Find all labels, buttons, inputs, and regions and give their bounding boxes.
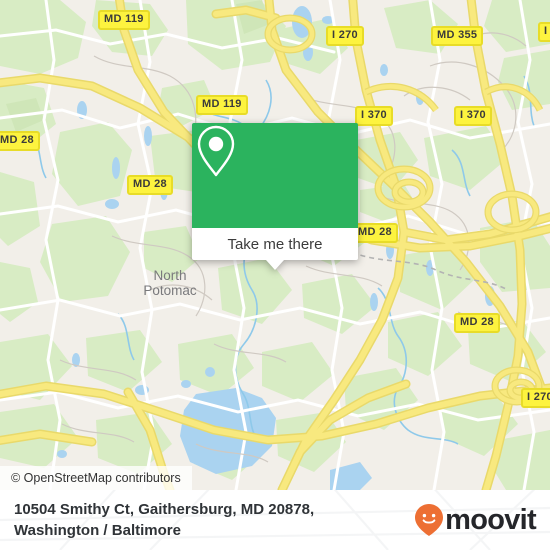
take-me-there-label: Take me there [227, 235, 323, 253]
shield-md-119-north[interactable]: MD 119 [98, 10, 150, 30]
shield-md-119-mid[interactable]: MD 119 [196, 95, 248, 115]
location-popup-card[interactable]: Take me there [192, 123, 358, 270]
shield-md-28-center[interactable]: MD 28 [127, 175, 173, 195]
shield-i-370-west[interactable]: I 370 [355, 106, 393, 126]
map-canvas[interactable]: MD 119 I 270 MD 355 MD 119 I 370 I 370 I… [0, 0, 550, 490]
place-label-north-potomac: North Potomac [128, 268, 212, 298]
footer-bar: 10504 Smithy Ct, Gaithersburg, MD 20878,… [0, 490, 550, 550]
take-me-there-button[interactable]: Take me there [192, 228, 358, 260]
shield-md-28-near-card[interactable]: MD 28 [352, 223, 398, 243]
place-label-line2: Potomac [143, 283, 197, 298]
moovit-logo[interactable]: moovit [414, 503, 537, 536]
address-line-1: 10504 Smithy Ct, Gaithersburg, MD 20878, [14, 501, 315, 518]
place-label-line1: North [153, 268, 187, 283]
shield-md-28-east[interactable]: MD 28 [454, 313, 500, 333]
shield-md-28-west[interactable]: MD 28 [0, 131, 40, 151]
moovit-wordmark: moovit [445, 503, 537, 536]
address-text: 10504 Smithy Ct, Gaithersburg, MD 20878,… [14, 499, 394, 541]
popup-card-pointer [266, 260, 284, 270]
popup-card-header [192, 123, 358, 228]
map-screenshot: MD 119 I 270 MD 355 MD 119 I 370 I 370 I… [0, 0, 550, 550]
shield-i-370-edge[interactable]: I 3 [538, 22, 550, 42]
shield-i-270-north[interactable]: I 270 [326, 26, 364, 46]
shield-i-270-south[interactable]: I 270 [521, 388, 550, 408]
osm-attribution-bar: © OpenStreetMap contributors [0, 466, 192, 490]
shield-md-355[interactable]: MD 355 [431, 26, 484, 46]
moovit-smiley-pin-icon [415, 504, 444, 536]
osm-attribution-text: © OpenStreetMap contributors [11, 471, 181, 485]
shield-i-370-east[interactable]: I 370 [454, 106, 492, 126]
map-pin-icon [197, 125, 235, 177]
address-line-2: Washington / Baltimore [14, 522, 181, 539]
